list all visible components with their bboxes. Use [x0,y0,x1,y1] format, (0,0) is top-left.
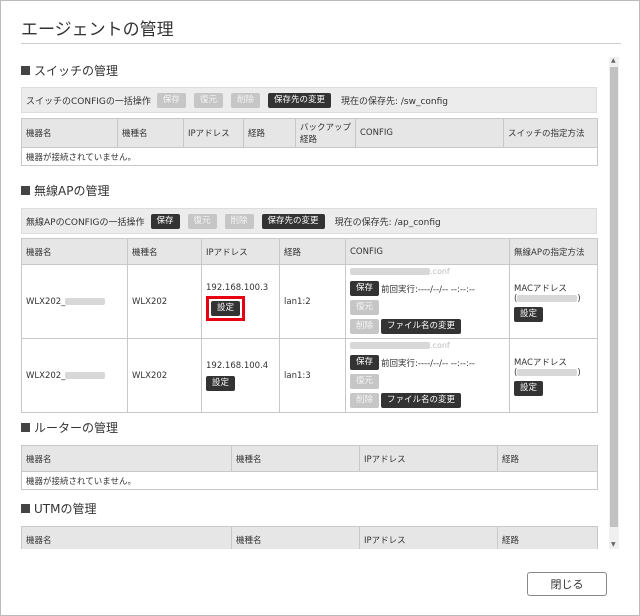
switch-table: 機器名 機種名 IPアドレス 経路 バックアップ経路 CONFIG スイッチの指… [21,118,598,166]
col-device-name: 機器名 [21,445,232,472]
table-row: WLX202_ WLX202 192.168.100.4 設定 lan1:3 .… [21,338,598,413]
ap-change-dest-button[interactable]: 保存先の変更 [261,213,325,229]
ap-method: MACアドレス [514,357,567,368]
col-ip: IPアドレス [359,526,498,549]
col-device-name: 機器名 [21,238,128,265]
redacted-serial [65,371,106,379]
ap-rename-button[interactable]: ファイル名の変更 [381,319,462,334]
title-divider [21,43,621,44]
redacted-serial [65,297,106,305]
scroll-down-icon[interactable]: ▼ [611,542,616,548]
close-button[interactable]: 閉じる [527,572,607,596]
ap-rename-button[interactable]: ファイル名の変更 [381,393,462,408]
ap-model: WLX202 [127,338,202,413]
col-ip: IPアドレス [183,118,244,148]
switch-bulk-bar: スイッチのCONFIGの一括操作 保存 復元 削除 保存先の変更 現在の保存先:… [21,87,597,113]
scrollbar-thumb[interactable] [610,67,618,527]
ap-bulk-label: 無線APのCONFIGの一括操作 [26,217,145,228]
redacted-filename [350,268,430,275]
dialog-title: エージェントの管理 [21,20,174,40]
col-model: 機種名 [231,526,360,549]
ap-route: lan1:3 [279,338,346,413]
switch-change-dest-button[interactable]: 保存先の変更 [267,92,331,108]
ap-set-method-button[interactable]: 設定 [514,306,544,322]
col-backup-route: バックアップ経路 [295,118,356,148]
square-bullet-icon [21,504,30,513]
ap-device-name: WLX202_ [21,338,128,413]
switch-empty-message: 機器が接続されていません。 [21,147,598,166]
agent-management-dialog: エージェントの管理 スイッチの管理 スイッチのCONFIGの一括操作 保存 復元… [0,0,640,616]
col-route: 経路 [497,526,598,549]
ap-method-cell: MACアドレス () 設定 [509,264,598,339]
ap-ip: 192.168.100.3 [206,283,269,293]
ap-ip-cell: 192.168.100.3 設定 [201,264,280,339]
switch-restore-button[interactable]: 復元 [193,92,223,108]
redacted-mac [517,294,578,302]
col-route: 経路 [279,238,346,265]
square-bullet-icon [21,186,30,195]
ap-save-button[interactable]: 保存 [150,213,180,229]
ap-section-title: 無線APの管理 [21,182,597,199]
col-route: 経路 [243,118,296,148]
square-bullet-icon [21,66,30,75]
ap-delete-button[interactable]: 削除 [224,213,254,229]
col-model: 機種名 [127,238,202,265]
scroll-up-icon[interactable]: ▲ [611,58,616,64]
col-method: 無線APの指定方法 [509,238,598,265]
ap-method: MACアドレス [514,283,567,294]
ap-ip: 192.168.100.4 [206,361,269,371]
switch-save-button[interactable]: 保存 [156,92,186,108]
switch-dest-text: 現在の保存先: /sw_config [340,96,449,107]
switch-bulk-label: スイッチのCONFIGの一括操作 [26,96,151,107]
config-filename: .conf [350,341,505,353]
ap-restore-button[interactable]: 復元 [187,213,217,229]
ap-config-cell: .conf 保存 前回実行:----/--/-- --:--:-- 復元 削除 ファ… [345,338,510,413]
ap-ip-cell: 192.168.100.4 設定 [201,338,280,413]
ap-route: lan1:2 [279,264,346,339]
col-device-name: 機器名 [21,526,232,549]
ap-config-restore-button[interactable]: 復元 [350,374,380,389]
ap-set-ip-button[interactable]: 設定 [211,301,241,316]
col-model: 機種名 [117,118,184,148]
switch-delete-button[interactable]: 削除 [230,92,260,108]
col-config: CONFIG [345,238,510,265]
highlight-box: 設定 [206,296,246,321]
vertical-scrollbar[interactable]: ▲ ▼ [609,57,619,549]
utm-section-title: UTMの管理 [21,500,597,517]
ap-config-save-button[interactable]: 保存 [350,355,380,370]
router-section-title: ルーターの管理 [21,419,597,436]
col-device-name: 機器名 [21,118,118,148]
ap-config-delete-button[interactable]: 削除 [350,393,380,408]
ap-config-save-button[interactable]: 保存 [350,281,380,296]
ap-dest-text: 現在の保存先: /ap_config [334,217,441,228]
col-route: 経路 [497,445,598,472]
router-table: 機器名 機種名 IPアドレス 経路 機器が接続されていません。 [21,445,598,490]
ap-config-restore-button[interactable]: 復元 [350,300,380,315]
utm-table: 機器名 機種名 IPアドレス 経路 [21,526,598,549]
redacted-filename [350,342,430,349]
ap-bulk-bar: 無線APのCONFIGの一括操作 保存 復元 削除 保存先の変更 現在の保存先:… [21,208,597,234]
last-run-text: 前回実行:----/--/-- --:--:-- [381,284,475,295]
ap-table: 機器名 機種名 IPアドレス 経路 CONFIG 無線APの指定方法 WLX20… [21,238,598,413]
col-ip: IPアドレス [359,445,498,472]
col-ip: IPアドレス [201,238,280,265]
ap-device-name: WLX202_ [21,264,128,339]
dialog-content: スイッチの管理 スイッチのCONFIGの一括操作 保存 復元 削除 保存先の変更… [21,57,607,549]
ap-config-cell: .conf 保存 前回実行:----/--/-- --:--:-- 復元 削除 ファ… [345,264,510,339]
ap-set-ip-button[interactable]: 設定 [206,376,236,391]
square-bullet-icon [21,423,30,432]
ap-set-method-button[interactable]: 設定 [514,380,544,396]
switch-section-title: スイッチの管理 [21,62,597,79]
col-method: スイッチの指定方法 [503,118,598,148]
table-row: WLX202_ WLX202 192.168.100.3 設定 lan1:2 .… [21,264,598,339]
col-model: 機種名 [231,445,360,472]
config-filename: .conf [350,267,505,279]
last-run-text: 前回実行:----/--/-- --:--:-- [381,358,475,369]
ap-method-cell: MACアドレス () 設定 [509,338,598,413]
ap-config-delete-button[interactable]: 削除 [350,319,380,334]
col-config: CONFIG [355,118,504,148]
router-empty-message: 機器が接続されていません。 [21,471,598,490]
ap-model: WLX202 [127,264,202,339]
redacted-mac [517,368,578,376]
